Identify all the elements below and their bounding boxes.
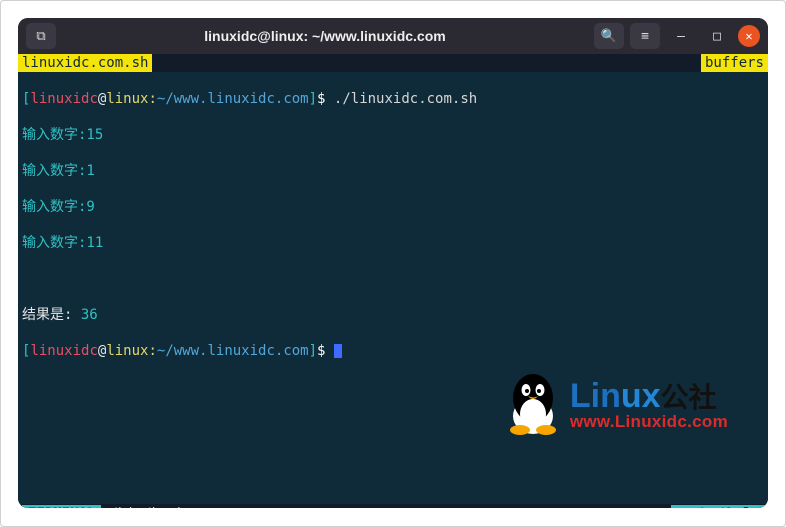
prompt-line-2: [linuxidc@linux:~/www.linuxidc.com]$ (22, 342, 764, 360)
output-blank (22, 450, 764, 468)
search-icon: 🔍 (601, 29, 617, 44)
new-tab-icon: ⧉ (36, 29, 45, 44)
buffer-strip-gap (152, 54, 701, 72)
window-title: linuxidc@linux: ~/www.linuxidc.com (56, 28, 594, 44)
outer-frame: ⧉ linuxidc@linux: ~/www.linuxidc.com 🔍 ≡… (0, 0, 786, 527)
terminal-window: ⧉ linuxidc@linux: ~/www.linuxidc.com 🔍 ≡… (18, 18, 768, 508)
cursor-icon (334, 344, 342, 358)
search-button[interactable]: 🔍 (594, 23, 624, 49)
hamburger-icon: ≡ (679, 505, 687, 508)
output-blank (22, 414, 764, 432)
maximize-icon: □ (713, 29, 721, 44)
titlebar: ⧉ linuxidc@linux: ~/www.linuxidc.com 🔍 ≡… (18, 18, 768, 54)
file-tab[interactable]: linuxidc.com.sh (18, 54, 152, 72)
buffers-button[interactable]: buffers (701, 54, 768, 72)
terminal-body: linuxidc.com.sh buffers [linuxidc@linux:… (18, 54, 768, 508)
minimize-button[interactable]: — (666, 23, 696, 49)
result-line: 结果是: 36 (22, 306, 764, 324)
terminal-output-pane[interactable]: [linuxidc@linux:~/www.linuxidc.com]$ ./l… (18, 72, 768, 504)
hamburger-icon: ≡ (641, 29, 649, 44)
terminal-label: TERMINAL (22, 505, 101, 508)
close-icon: ✕ (745, 29, 752, 43)
output-line: 输入数字:9 (22, 198, 764, 216)
shell-path: /bin/bash (101, 505, 671, 508)
new-tab-button[interactable]: ⧉ (26, 23, 56, 49)
command-text: ./linuxidc.com.sh (334, 91, 477, 107)
maximize-button[interactable]: □ (702, 23, 732, 49)
menu-button[interactable]: ≡ (630, 23, 660, 49)
minimize-icon: — (677, 29, 685, 44)
output-line: 输入数字:11 (22, 234, 764, 252)
output-line: 输入数字:1 (22, 162, 764, 180)
output-line: 输入数字:15 (22, 126, 764, 144)
close-button[interactable]: ✕ (738, 25, 760, 47)
pane-divider[interactable]: TERMINAL /bin/bash ≡ 0 /1 ln (18, 504, 768, 508)
divider-stats: ≡ 0 /1 ln (671, 505, 768, 508)
prompt-line-1: [linuxidc@linux:~/www.linuxidc.com]$ ./l… (22, 90, 764, 108)
output-blank (22, 270, 764, 288)
output-blank (22, 378, 764, 396)
buffer-strip: linuxidc.com.sh buffers (18, 54, 768, 72)
